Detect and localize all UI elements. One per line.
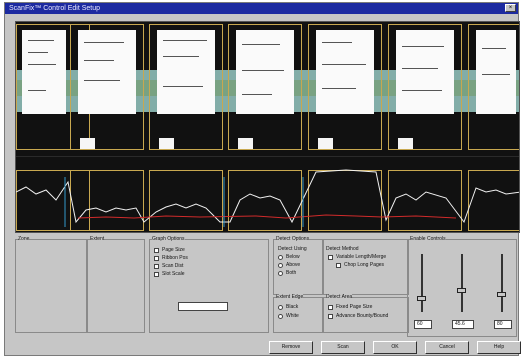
detect-area-panel: Detect Area Fixed Page Size Advance Boun… [323,294,409,333]
profile-graph [16,169,519,227]
detect-using-label: Detect Using [278,246,307,252]
fixed-page-size-label: Fixed Page Size [336,304,373,310]
enable-controls-panel: Enable Controls 60 45.6 80 [407,236,517,337]
extent-edge-label: Extent Edge [276,294,304,300]
slider-thumb[interactable] [497,292,506,297]
slot-scale-label: Slot Scale [162,271,185,277]
detect-using-panel: Detect Options Detect Using Below Above … [273,236,323,295]
extent-label: Extent [90,236,105,242]
graph-options-label: Graph Options [152,236,185,242]
main-window: ScanFix™ Control Edit Setup × Zone Exten… [4,2,521,356]
extent-panel: Extent [87,236,145,333]
scan-dist-checkbox[interactable] [154,264,159,269]
scan-dist-label: Scan Dist [162,263,184,269]
page-strip-viewer[interactable] [15,21,520,233]
slider-track [421,254,423,312]
slider-thumb[interactable] [417,296,426,301]
black-label: Black [286,304,299,310]
advance-bounty-label: Advance Bounty/Bound [336,313,389,319]
right-value-field[interactable]: 80 [494,320,512,329]
above-label: Above [286,262,301,268]
close-icon[interactable]: × [505,4,516,12]
slot-scale-checkbox[interactable] [154,272,159,277]
detect-method-label: Detect Method [326,246,359,252]
zone-label: Zone [18,236,30,242]
slider-track [461,254,463,312]
mid-value-field[interactable]: 45.6 [452,320,474,329]
above-radio[interactable] [278,263,283,268]
ribbon-pos-label: Ribbon Pos [162,255,188,261]
page-size-label: Page Size [162,247,185,253]
zone-panel: Zone [15,236,87,333]
white-radio[interactable] [278,314,283,319]
range-field[interactable] [178,302,228,311]
white-label: White [286,313,299,319]
cancel-button[interactable]: Cancel [425,341,469,354]
variable-length-label: Variable Length/Merge [336,254,387,260]
detect-area-label: Detect Area [326,294,353,300]
left-value-field[interactable]: 60 [414,320,432,329]
detect-options-label: Detect Options [276,236,310,242]
detect-method-panel: Detect Method Variable Length/Merge Chop… [323,239,409,295]
graph-options-panel: Graph Options Page Size Ribbon Pos Scan … [149,236,269,333]
remove-button[interactable]: Remove [269,341,313,354]
enable-controls-label: Enable Controls [410,236,446,242]
both-radio[interactable] [278,271,283,276]
variable-length-checkbox[interactable] [328,255,333,260]
below-radio[interactable] [278,255,283,260]
help-button[interactable]: Help [477,341,521,354]
slider-thumb[interactable] [457,288,466,293]
page-size-checkbox[interactable] [154,248,159,253]
ribbon-pos-checkbox[interactable] [154,256,159,261]
fixed-page-size-checkbox[interactable] [328,305,333,310]
extent-edge-panel: Extent Edge Black White [273,294,323,333]
below-label: Below [286,254,300,260]
slider-track [501,254,503,312]
window-title: ScanFix™ Control Edit Setup [9,5,101,12]
chop-long-checkbox[interactable] [336,263,341,268]
ok-button[interactable]: OK [373,341,417,354]
advance-bounty-checkbox[interactable] [328,314,333,319]
black-radio[interactable] [278,305,283,310]
scan-button[interactable]: Scan [321,341,365,354]
both-label: Both [286,270,297,276]
chop-long-label: Chop Long Pages [344,262,385,268]
title-bar: ScanFix™ Control Edit Setup × [5,3,518,14]
